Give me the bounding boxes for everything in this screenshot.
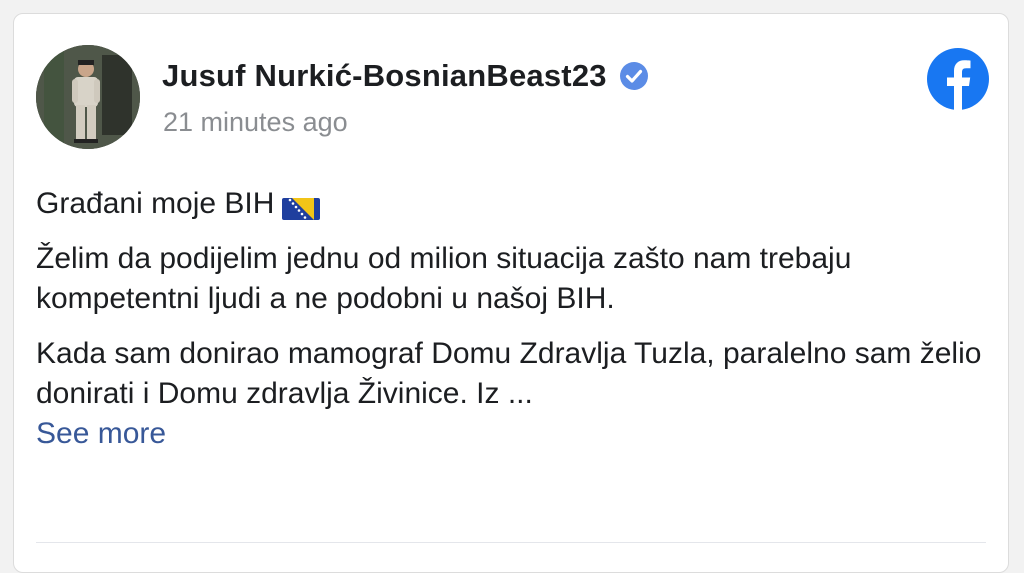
post-greeting-line: Građani moje BIH [36, 184, 996, 224]
post-timestamp[interactable]: 21 minutes ago [163, 107, 348, 138]
avatar-photo [36, 45, 140, 149]
post-greeting: Građani moje BIH [36, 187, 275, 220]
verified-badge-icon [619, 61, 649, 91]
see-more-link[interactable]: See more [36, 414, 996, 454]
post-paragraph-1: Želim da podijelim jednu od milion situa… [36, 242, 852, 315]
facebook-post-card: Jusuf Nurkić-BosnianBeast23 21 minutes a… [13, 13, 1009, 573]
divider [36, 542, 986, 543]
post-paragraph-2: Kada sam donirao mamograf Domu Zdravlja … [36, 337, 982, 410]
bosnia-flag-icon [282, 191, 321, 221]
author-name[interactable]: Jusuf Nurkić-BosnianBeast23 [162, 58, 607, 94]
facebook-logo-icon[interactable] [927, 48, 989, 110]
author-header: Jusuf Nurkić-BosnianBeast23 [162, 56, 649, 96]
author-avatar[interactable] [36, 45, 140, 149]
post-body: Građani moje BIH Želim da podijelim jedn… [36, 184, 996, 454]
